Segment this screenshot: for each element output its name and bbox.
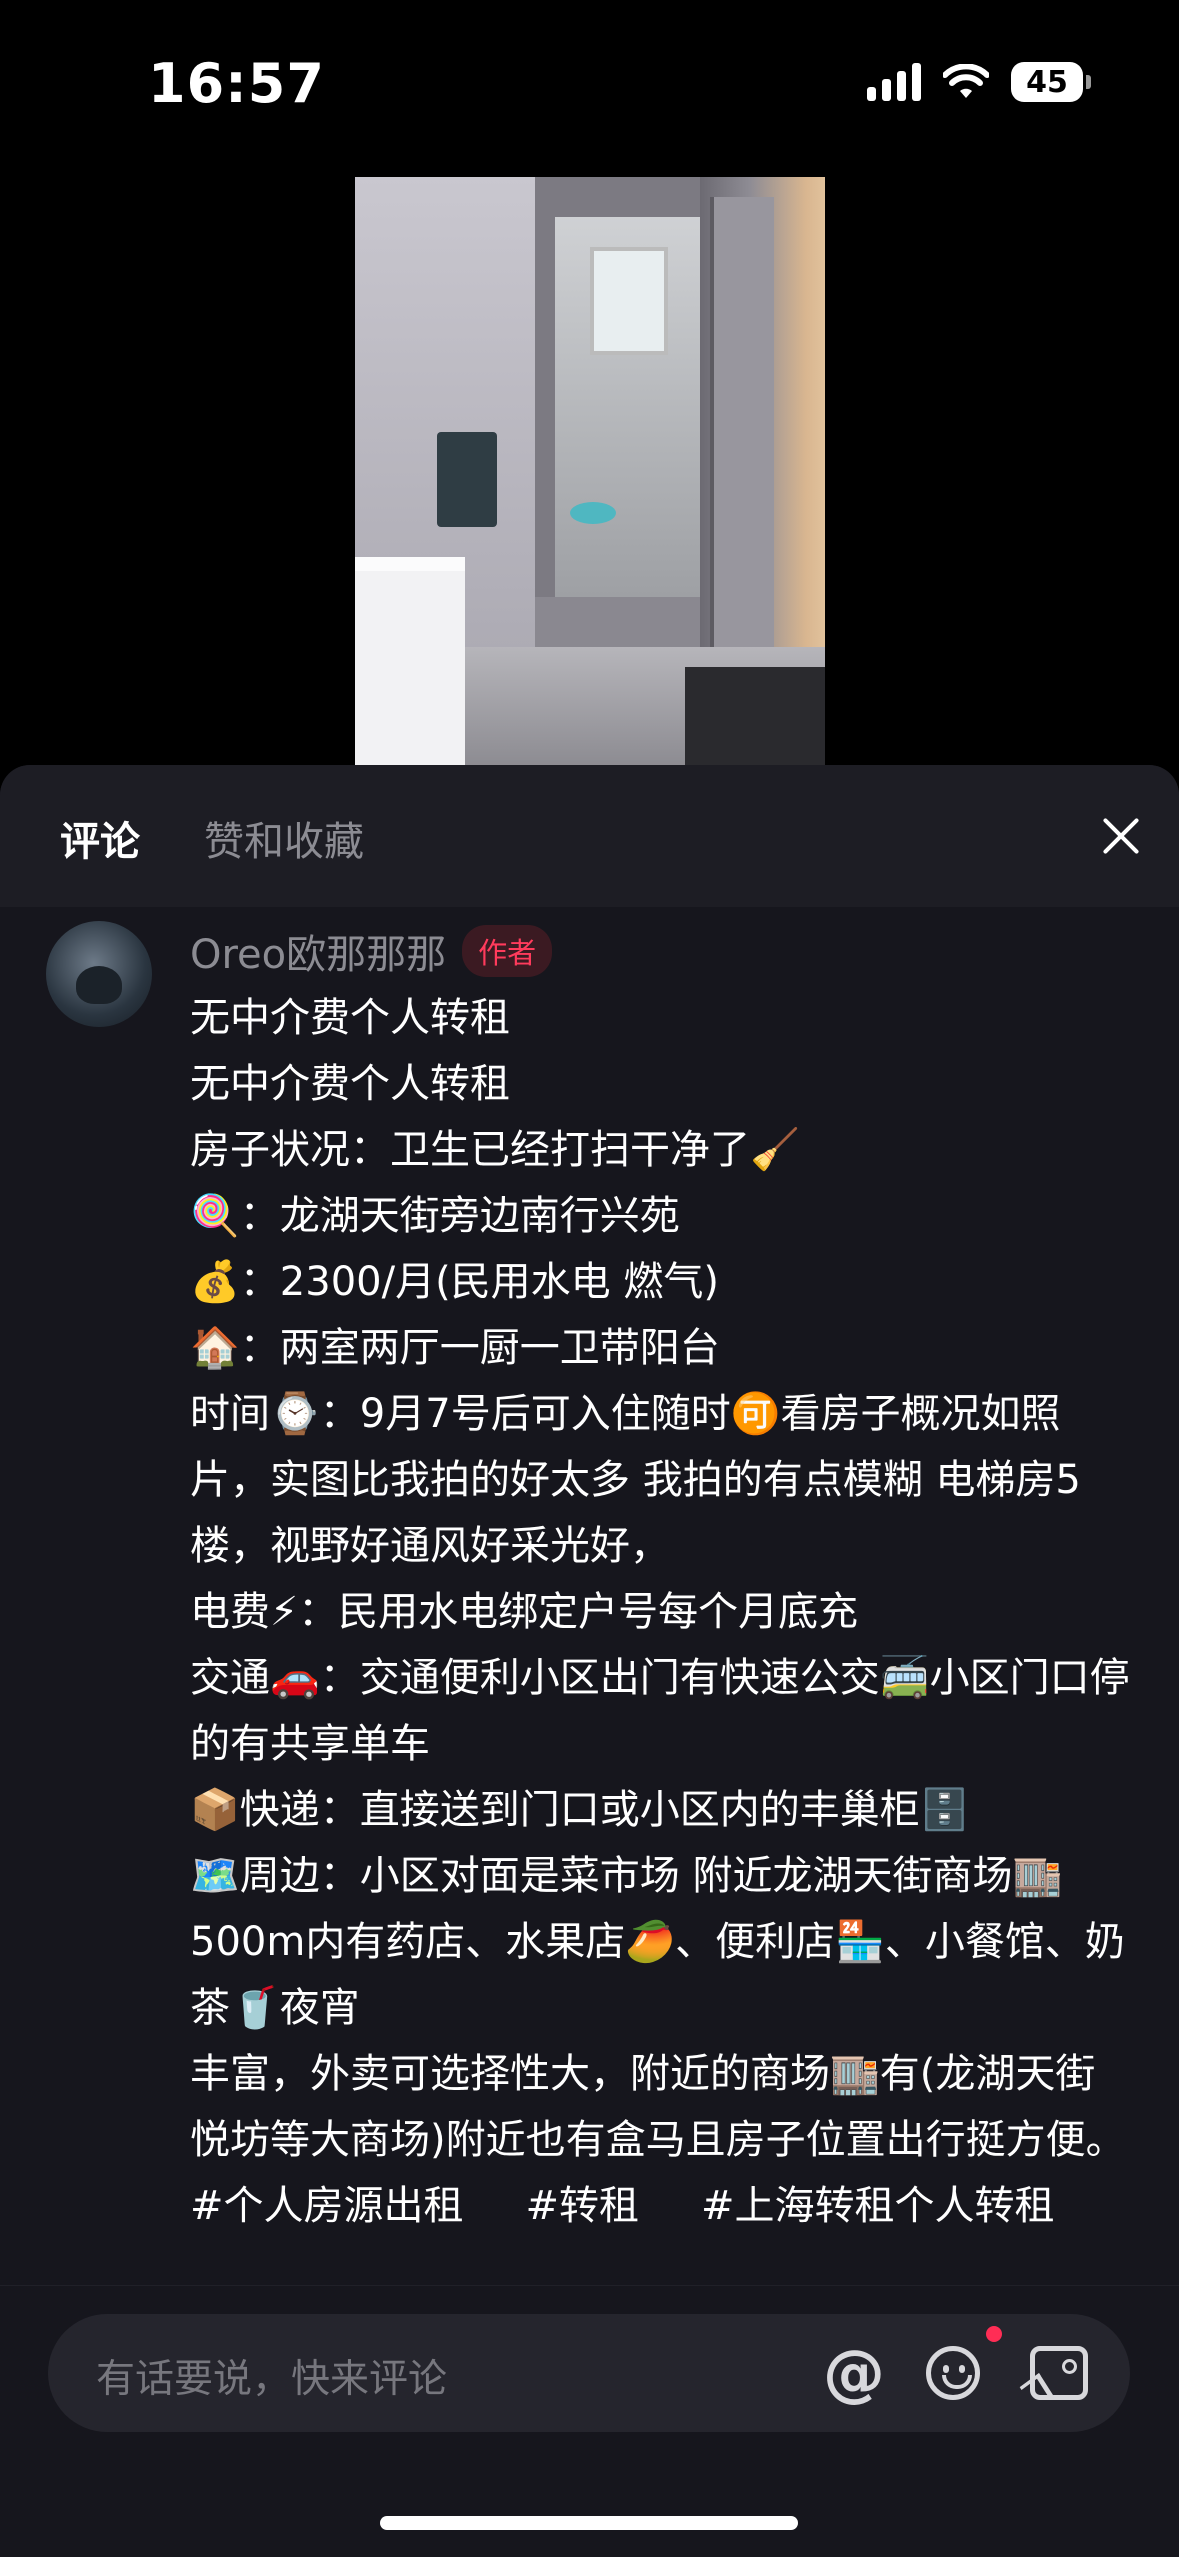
hashtag[interactable]: #转租 (526, 2173, 640, 2239)
hashtag[interactable]: #个人房源出租 (190, 2173, 464, 2239)
battery-level: 45 (1026, 64, 1068, 100)
signal-icon (867, 63, 921, 101)
avatar[interactable] (46, 921, 152, 1027)
post-line: 丰富，外卖可选择性大，附近的商场🏬有(龙湖天街 悦坊等大商场)附近也有盒马且房子… (190, 2051, 1126, 2163)
status-time: 16:57 (148, 52, 325, 115)
author-badge: 作者 (462, 925, 553, 977)
panel-tabs: 评论 赞和收藏 (0, 765, 1179, 907)
tab-comments[interactable]: 评论 (60, 809, 140, 867)
post-line: 无中介费个人转租 (190, 995, 510, 1041)
at-icon[interactable]: @ (823, 2342, 885, 2404)
post-line: 房子状况：卫生已经打扫干净了🧹 (190, 1127, 800, 1173)
post-line: 交通🚗：交通便利小区出门有快速公交🚎小区门口停的有共享单车 (190, 1655, 1130, 1767)
battery-icon: 45 (1011, 62, 1091, 102)
post-content: 无中介费个人转租 无中介费个人转租 房子状况：卫生已经打扫干净了🧹 🍭：龙湖天街… (190, 985, 1140, 2239)
hashtag-row: #个人房源出租 #转租 #上海转租个人转租 (190, 2173, 1140, 2239)
close-icon[interactable] (1101, 815, 1141, 855)
post-line: 无中介费个人转租 (190, 1061, 510, 1107)
post-line: 🍭：龙湖天街旁边南行兴苑 (190, 1193, 680, 1239)
hashtag[interactable]: #上海转租个人转租 (701, 2173, 1055, 2239)
emoji-icon[interactable] (926, 2346, 980, 2400)
status-bar: 16:57 45 (0, 0, 1179, 170)
video-preview[interactable] (355, 177, 825, 765)
author-name[interactable]: Oreo欧那那那 (190, 922, 446, 980)
image-icon[interactable] (1030, 2346, 1088, 2400)
status-icons: 45 (867, 62, 1091, 102)
post-line: 📦快递：直接送到门口或小区内的丰巢柜🗄️ (190, 1787, 970, 1833)
author-row: Oreo欧那那那 作者 (190, 921, 553, 981)
comment-placeholder: 有话要说，快来评论 (96, 2357, 448, 2402)
post-line: 🏠：两室两厅一厨一卫带阳台 (190, 1325, 720, 1371)
post-line: 🗺️周边：小区对面是菜市场 附近龙湖天街商场🏬500m内有药店、水果店🥭、便利店… (190, 1853, 1125, 2031)
post-line: 电费⚡：民用水电绑定户号每个月底充 (190, 1589, 859, 1635)
tab-likes-favorites[interactable]: 赞和收藏 (204, 809, 364, 867)
comment-input[interactable]: 有话要说，快来评论 @ (48, 2314, 1130, 2432)
home-indicator[interactable] (380, 2516, 798, 2530)
post-line: 💰：2300/月(民用水电 燃气) (190, 1259, 720, 1305)
notification-dot (986, 2326, 1002, 2342)
wifi-icon (943, 64, 989, 98)
post-line: 时间⌚：9月7号后可入住随时🉑看房子概况如照片，实图比我拍的好太多 我拍的有点模… (190, 1391, 1081, 1569)
